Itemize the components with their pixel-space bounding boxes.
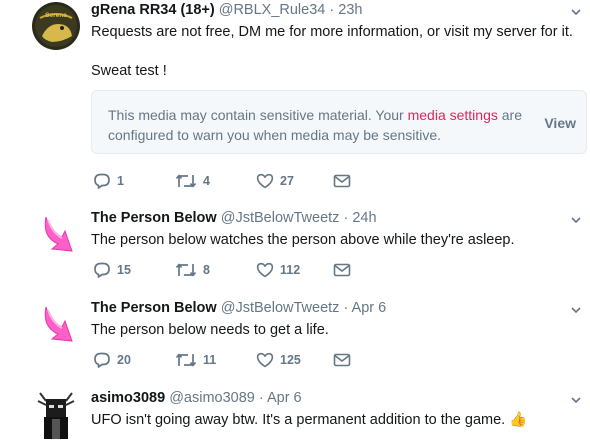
- like-icon: [256, 352, 274, 368]
- retweet-count: 11: [203, 353, 217, 367]
- message-button[interactable]: [333, 352, 351, 368]
- reply-icon: [93, 173, 111, 189]
- chevron-down-icon[interactable]: [570, 393, 582, 405]
- retweet-button[interactable]: 4: [175, 173, 210, 189]
- view-button[interactable]: View: [544, 115, 576, 131]
- display-name[interactable]: The Person Below: [91, 300, 217, 316]
- like-count: 27: [280, 174, 294, 188]
- tweet-2[interactable]: The Person Below @JstBelowTweetz · 24h T…: [0, 199, 590, 290]
- chevron-down-icon[interactable]: [570, 5, 582, 17]
- message-button[interactable]: [333, 262, 351, 278]
- reply-count: 1: [117, 174, 124, 188]
- pink-arrow-icon: [44, 306, 73, 342]
- media-settings-link[interactable]: media settings: [408, 107, 498, 123]
- tweet-header: gRena RR34 (18+) @RBLX_Rule34 · 23h: [91, 2, 362, 18]
- like-button[interactable]: 112: [256, 262, 300, 278]
- tweet-text-line: Sweat test !: [91, 63, 167, 79]
- tweet-text-line: Requests are not free, DM me for more in…: [91, 24, 573, 40]
- retweet-icon: [175, 173, 197, 189]
- like-icon: [256, 173, 274, 189]
- reply-icon: [93, 352, 111, 368]
- timestamp[interactable]: Apr 6: [267, 390, 302, 406]
- message-icon: [333, 173, 351, 189]
- retweet-count: 8: [203, 263, 210, 277]
- message-icon: [333, 352, 351, 368]
- like-button[interactable]: 125: [256, 352, 301, 368]
- pink-arrow-icon: [44, 216, 73, 252]
- retweet-count: 4: [203, 174, 210, 188]
- separator: ·: [258, 390, 264, 406]
- retweet-icon: [175, 352, 197, 368]
- tweet-text-line: UFO isn't going away btw. It's a permane…: [91, 412, 528, 428]
- reply-icon: [93, 262, 111, 278]
- avatar[interactable]: [32, 301, 80, 349]
- username[interactable]: @JstBelowTweetz: [221, 210, 340, 226]
- separator: ·: [343, 300, 349, 316]
- message-button[interactable]: [333, 173, 351, 189]
- sensitive-media-notice: This media may contain sensitive materia…: [91, 90, 587, 154]
- timestamp[interactable]: 23h: [338, 2, 362, 18]
- tweet-text-line: The person below watches the person abov…: [91, 232, 515, 248]
- tweet-4[interactable]: asimo3089 @asimo3089 · Apr 6 UFO isn't g…: [0, 379, 590, 439]
- like-icon: [256, 262, 274, 278]
- avatar[interactable]: [32, 211, 80, 259]
- separator: ·: [329, 2, 335, 18]
- reply-count: 15: [117, 263, 131, 277]
- reply-button[interactable]: 1: [93, 173, 124, 189]
- tweet-header: The Person Below @JstBelowTweetz · 24h: [91, 210, 377, 226]
- retweet-button[interactable]: 8: [175, 262, 210, 278]
- tweet-3[interactable]: The Person Below @JstBelowTweetz · Apr 6…: [0, 289, 590, 380]
- tweet-text-line: The person below needs to get a life.: [91, 322, 329, 338]
- timestamp[interactable]: Apr 6: [352, 300, 387, 316]
- sensitive-notice-text: This media may contain sensitive materia…: [108, 105, 528, 145]
- username[interactable]: @JstBelowTweetz: [221, 300, 340, 316]
- display-name[interactable]: asimo3089: [91, 390, 165, 406]
- tweet-header: The Person Below @JstBelowTweetz · Apr 6: [91, 300, 386, 316]
- chevron-down-icon[interactable]: [570, 303, 582, 315]
- retweet-icon: [175, 262, 197, 278]
- chevron-down-icon[interactable]: [570, 213, 582, 225]
- display-name[interactable]: gRena RR34 (18+): [91, 2, 215, 18]
- like-count: 112: [280, 263, 301, 277]
- username[interactable]: @asimo3089: [169, 390, 255, 406]
- timestamp[interactable]: 24h: [352, 210, 376, 226]
- display-name[interactable]: The Person Below: [91, 210, 217, 226]
- notice-text-before: This media may contain sensitive materia…: [108, 107, 408, 123]
- avatar[interactable]: Serena: [32, 2, 80, 50]
- tweet-header: asimo3089 @asimo3089 · Apr 6: [91, 390, 302, 406]
- message-icon: [333, 262, 351, 278]
- avatar[interactable]: [34, 389, 78, 439]
- reply-count: 20: [117, 353, 131, 367]
- like-button[interactable]: 27: [256, 173, 294, 189]
- like-count: 125: [280, 353, 301, 367]
- reply-button[interactable]: 15: [93, 262, 131, 278]
- username[interactable]: @RBLX_Rule34: [219, 2, 326, 18]
- avatar-text: Serena: [45, 12, 67, 19]
- tweet-1[interactable]: Serena gRena RR34 (18+) @RBLX_Rule34 · 2…: [0, 0, 590, 200]
- reply-button[interactable]: 20: [93, 352, 131, 368]
- separator: ·: [343, 210, 349, 226]
- retweet-button[interactable]: 11: [175, 352, 216, 368]
